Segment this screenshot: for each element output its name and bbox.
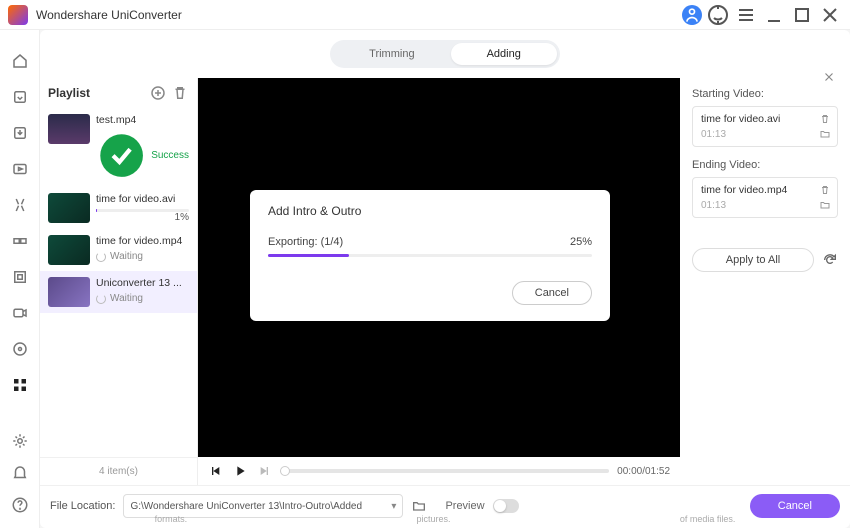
transport-controls: 00:00/01:52 [198,457,680,485]
nav-burn-icon[interactable] [11,340,29,358]
prev-icon[interactable] [208,463,224,479]
window-maximize-icon[interactable] [790,3,814,27]
apply-to-all-button[interactable]: Apply to All [692,248,814,272]
playlist-item-status: Waiting [110,293,143,304]
playlist-item[interactable]: time for video.avi 1% [40,187,197,229]
ending-video-box: time for video.mp4 01:13 [692,177,838,218]
starting-video-box: time for video.avi 01:13 [692,106,838,147]
nav-edit-icon[interactable] [11,196,29,214]
playlist-footer: 4 item(s) [40,457,197,485]
export-progress [268,254,592,257]
spinner-icon [96,252,106,262]
playlist-delete-icon[interactable] [171,84,189,102]
export-cancel-button[interactable]: Cancel [512,281,592,305]
ending-video-time: 01:13 [701,200,829,211]
ending-video-delete-icon[interactable] [819,184,831,196]
playlist-item-name: Uniconverter 13 ... [96,277,189,289]
playlist-item-name: time for video.avi [96,193,189,205]
nav-home-icon[interactable] [11,52,29,70]
refresh-icon[interactable] [822,252,838,268]
preview-label: Preview [445,500,484,512]
playlist-item-status: Waiting [110,251,143,262]
playlist-item[interactable]: test.mp4 Success [40,108,197,187]
playlist-thumb [48,235,90,265]
file-location-label: File Location: [50,500,115,512]
tab-trimming[interactable]: Trimming [333,43,450,65]
window-minimize-icon[interactable] [762,3,786,27]
right-panel: Starting Video: time for video.avi 01:13… [680,78,850,485]
playlist-item[interactable]: time for video.mp4 Waiting [40,229,197,271]
playlist-thumb [48,277,90,307]
app-title: Wondershare UniConverter [36,8,182,22]
ending-video-label: Ending Video: [692,159,838,171]
playlist-item-name: test.mp4 [96,114,189,126]
chevron-down-icon[interactable]: ▾ [391,501,396,512]
export-percent: 25% [570,236,592,248]
nav-compress-icon[interactable] [11,268,29,286]
starting-video-name: time for video.avi [701,113,829,125]
panel-close-icon[interactable] [822,70,836,84]
starting-video-delete-icon[interactable] [819,113,831,125]
user-avatar-icon[interactable] [682,5,702,25]
playlist-item-status: Success [151,150,189,161]
playlist-item-status: 1% [175,212,189,223]
ending-video-folder-icon[interactable] [819,199,831,211]
footer-bar: File Location: G:\Wondershare UniConvert… [40,485,850,528]
support-icon[interactable] [706,3,730,27]
playlist-thumb [48,193,90,223]
footer-cancel-button[interactable]: Cancel [750,494,840,518]
next-icon[interactable] [256,463,272,479]
nav-toolbox-icon[interactable] [11,376,29,394]
app-logo [8,5,28,25]
tab-adding[interactable]: Adding [451,43,557,65]
export-dialog-title: Add Intro & Outro [268,204,592,218]
starting-video-folder-icon[interactable] [819,128,831,140]
preview-toggle[interactable] [493,499,519,513]
playlist-add-icon[interactable] [149,84,167,102]
open-folder-icon[interactable] [411,498,427,514]
playlist-title: Playlist [48,86,145,100]
playlist-item[interactable]: Uniconverter 13 ... Waiting [40,271,197,313]
nav-settings-icon[interactable] [11,432,29,450]
nav-convert-icon[interactable] [11,88,29,106]
ending-video-name: time for video.mp4 [701,184,829,196]
playlist-thumb [48,114,90,144]
nav-media-icon[interactable] [11,160,29,178]
nav-merge-icon[interactable] [11,232,29,250]
left-nav-rail [0,30,40,528]
playlist-item-name: time for video.mp4 [96,235,189,247]
timecode: 00:00/01:52 [617,466,670,477]
export-status: Exporting: (1/4) [268,236,343,248]
export-dialog: Add Intro & Outro Exporting: (1/4) 25% C… [250,190,610,321]
starting-video-time: 01:13 [701,129,829,140]
menu-icon[interactable] [734,3,758,27]
nav-help-icon[interactable] [11,496,29,514]
nav-download-icon[interactable] [11,124,29,142]
seek-slider[interactable] [280,469,609,473]
mode-tabs: Trimming Adding [330,40,560,68]
file-location-path: G:\Wondershare UniConverter 13\Intro-Out… [130,501,387,512]
nav-notify-icon[interactable] [11,464,29,482]
starting-video-label: Starting Video: [692,88,838,100]
playlist-panel: Playlist test.mp4 Success [40,78,198,485]
file-location-input[interactable]: G:\Wondershare UniConverter 13\Intro-Out… [123,494,403,518]
title-bar: Wondershare UniConverter [0,0,850,30]
play-icon[interactable] [232,463,248,479]
window-close-icon[interactable] [818,3,842,27]
nav-record-icon[interactable] [11,304,29,322]
spinner-icon [96,294,106,304]
